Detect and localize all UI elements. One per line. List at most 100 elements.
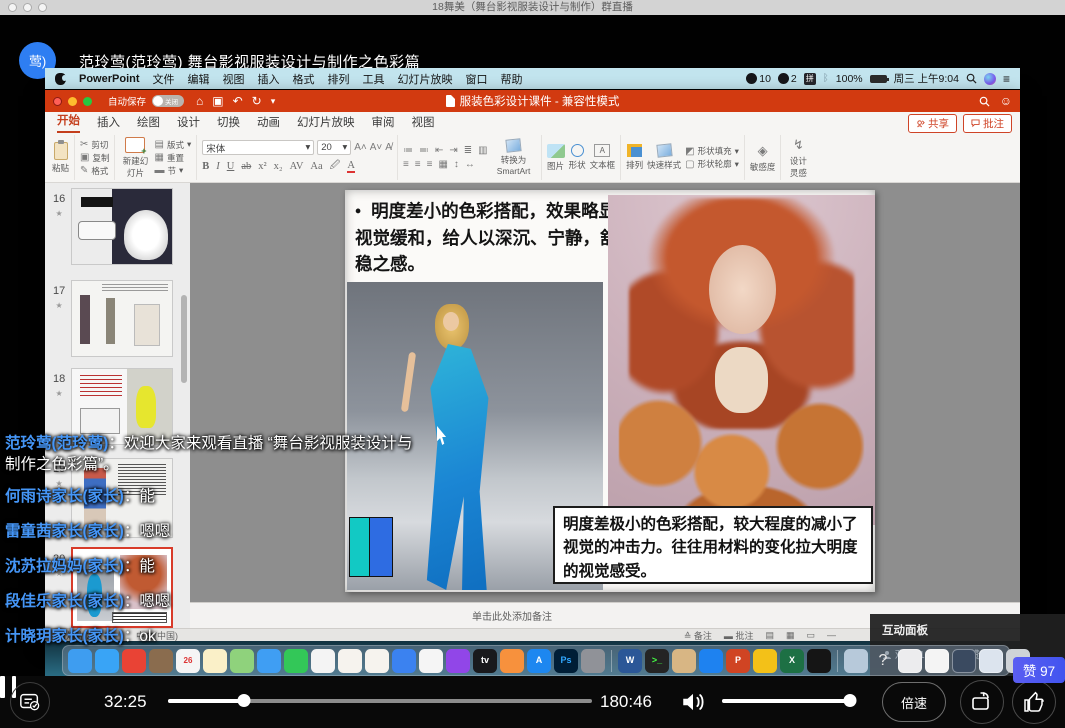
dock-icon-help[interactable]: ? [871, 649, 895, 673]
zoom-out-icon[interactable]: — [827, 630, 836, 640]
minimize-icon[interactable] [23, 3, 32, 12]
tab-slideshow[interactable]: 幻灯片放映 [297, 114, 355, 133]
qq-status-item[interactable]: 10 [746, 73, 771, 85]
change-case-button[interactable]: Aa [310, 161, 322, 172]
tab-draw[interactable]: 绘图 [137, 114, 160, 133]
slide-thumbnail-16[interactable] [71, 188, 173, 265]
current-slide[interactable]: •明度差小的色彩搭配，效果略显模糊，视觉缓和，给人以深沉、宁静，舒适、平稳之感。… [345, 190, 875, 592]
dock-icon-podcasts[interactable] [446, 649, 470, 673]
bluetooth-icon[interactable]: ᛒ [823, 73, 829, 84]
menu-help[interactable]: 帮助 [501, 71, 523, 87]
increase-indent-icon[interactable]: ⇥ [449, 145, 457, 156]
home-icon[interactable]: ⌂ [196, 94, 203, 108]
toolbar-more-icon[interactable]: ▾ [271, 96, 276, 107]
dock-icon-wps[interactable] [753, 649, 777, 673]
bold-button[interactable]: B [202, 161, 209, 172]
autosave-toggle[interactable]: 关闭 [152, 95, 184, 107]
dock-icon-terminal[interactable]: >_ [645, 649, 669, 673]
slide-thumbnail-17[interactable] [71, 280, 173, 357]
share-button[interactable]: 共享 [908, 114, 957, 133]
spotlight-search-icon[interactable] [966, 73, 977, 84]
font-color-button[interactable]: A [347, 160, 355, 173]
format-painter-button[interactable]: ✎格式 [80, 165, 109, 177]
bullets-icon[interactable]: ≔ [403, 145, 413, 156]
new-slide-button[interactable]: 新建幻灯片 [120, 137, 150, 179]
dock-icon-contacts[interactable] [149, 649, 173, 673]
columns-icon[interactable]: ▥ [478, 145, 487, 156]
normal-view-icon[interactable]: ▤ [765, 630, 774, 641]
tab-insert[interactable]: 插入 [97, 114, 120, 133]
menu-insert[interactable]: 插入 [258, 71, 280, 87]
dock-icon-facetime[interactable] [284, 649, 308, 673]
dock-minimized-window-chrome[interactable] [925, 649, 949, 673]
playlist-notes-button[interactable] [10, 682, 50, 722]
siri-icon[interactable] [984, 73, 996, 85]
menubar-clock[interactable]: 周三 上午9:04 [894, 71, 959, 86]
redo-icon[interactable]: ↻ [252, 94, 262, 108]
paste-button[interactable]: 粘贴 [52, 142, 69, 174]
menu-file[interactable]: 文件 [153, 71, 175, 87]
line-spacing-icon[interactable]: ≣ [464, 145, 472, 156]
reset-button[interactable]: ▦重置 [154, 152, 191, 164]
dock-icon-appletv[interactable]: tv [473, 649, 497, 673]
cut-button[interactable]: ✂剪切 [80, 139, 109, 151]
tab-home[interactable]: 开始 [57, 112, 80, 133]
dock-icon-qq[interactable] [807, 649, 831, 673]
arrange-button[interactable]: 排列 [626, 144, 643, 171]
volume-icon[interactable] [680, 689, 706, 715]
align-right-icon[interactable]: ≡ [427, 159, 433, 170]
dock-icon-photoshop[interactable]: Ps [554, 649, 578, 673]
dock-icon-pages[interactable] [338, 649, 362, 673]
ppt-zoom-icon[interactable] [83, 97, 92, 106]
dock-icon-calendar[interactable]: 26 [176, 649, 200, 673]
dock-icon-numbers[interactable] [365, 649, 389, 673]
dock-icon-books[interactable] [500, 649, 524, 673]
zoom-icon[interactable] [38, 3, 47, 12]
slideshow-view-icon[interactable]: ▭ [806, 630, 815, 641]
shape-button[interactable]: 形状 [569, 144, 586, 171]
dock-minimized-window-finder[interactable] [979, 649, 1003, 673]
menu-tools[interactable]: 工具 [363, 71, 385, 87]
close-icon[interactable] [8, 3, 17, 12]
dock-icon-dingtalk[interactable] [699, 649, 723, 673]
window-traffic-lights[interactable] [8, 3, 47, 12]
superscript-button[interactable]: x² [258, 161, 266, 172]
justify-icon[interactable]: ▦ [438, 159, 447, 170]
layout-button[interactable]: ▤版式 ▾ [154, 139, 191, 151]
dock-minimized-window-qq[interactable] [898, 649, 922, 673]
smartart-button[interactable]: 转换为SmartArt [492, 139, 536, 176]
align-left-icon[interactable]: ≡ [403, 159, 409, 170]
character-spacing-button[interactable]: AV [290, 161, 304, 172]
ppt-close-icon[interactable] [53, 97, 62, 106]
sensitivity-button[interactable]: ◈敏感度 [750, 143, 776, 173]
menu-slideshow[interactable]: 幻灯片放映 [398, 71, 453, 87]
font-size-select[interactable]: 20▾ [317, 140, 351, 155]
menu-arrange[interactable]: 排列 [328, 71, 350, 87]
tab-design[interactable]: 设计 [177, 114, 200, 133]
volume-handle[interactable] [844, 694, 857, 707]
underline-button[interactable]: U [227, 161, 235, 172]
dock-icon-chrome[interactable] [122, 649, 146, 673]
shape-outline-button[interactable]: ▢形状轮廓 ▾ [685, 158, 739, 170]
align-text-icon[interactable]: ↔ [465, 159, 475, 170]
volume-slider[interactable] [722, 699, 850, 703]
thumbnail-scrollbar[interactable] [181, 295, 187, 383]
tab-review[interactable]: 审阅 [372, 114, 395, 133]
textbox-button[interactable]: A文本框 [590, 144, 616, 171]
like-button[interactable] [1012, 680, 1056, 724]
ppt-minimize-icon[interactable] [68, 97, 77, 106]
dock-icon-folder[interactable] [844, 649, 868, 673]
progress-handle[interactable] [238, 694, 251, 707]
ppt-search-icon[interactable] [979, 96, 990, 107]
apple-menu-icon[interactable] [55, 73, 66, 85]
dock-icon-appstore[interactable]: A [527, 649, 551, 673]
picture-button[interactable]: 图片 [547, 144, 565, 172]
clear-format-icon[interactable]: A̸ [385, 142, 392, 153]
notes-toggle-button[interactable]: ≙ 备注 [684, 629, 712, 642]
menu-view[interactable]: 视图 [223, 71, 245, 87]
menu-app-name[interactable]: PowerPoint [79, 73, 140, 85]
video-stage[interactable]: 莺) 范玲莺(范玲莺) 舞台影视服装设计与制作之色彩篇 PowerPoint 文… [0, 15, 1065, 676]
dock-icon-keynote[interactable] [392, 649, 416, 673]
subscript-button[interactable]: x₂ [274, 161, 283, 172]
quick-styles-button[interactable]: 快速样式 [647, 144, 681, 171]
